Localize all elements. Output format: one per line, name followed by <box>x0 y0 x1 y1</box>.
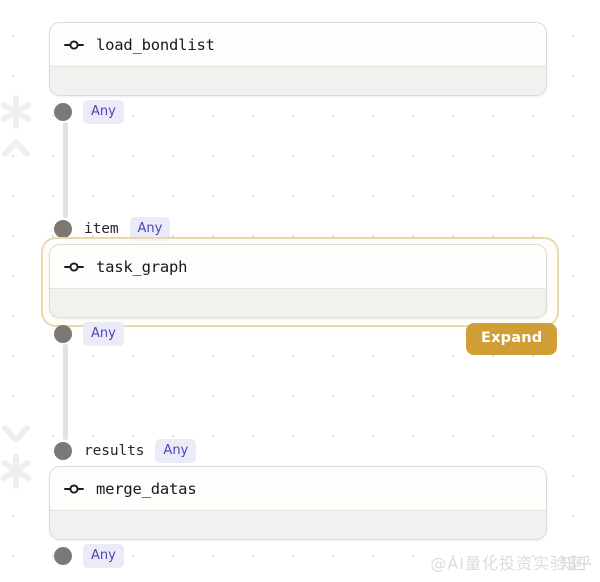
node-body <box>50 510 546 539</box>
port-dot[interactable] <box>54 547 72 565</box>
port-dot[interactable] <box>54 220 72 238</box>
port-task-graph-output[interactable]: Any <box>54 322 124 346</box>
node-title: task_graph <box>96 257 188 276</box>
watermark-handle: @AI量化投资实验室 <box>430 554 584 573</box>
node-link-icon <box>64 482 84 496</box>
port-type-badge: Any <box>83 100 124 124</box>
node-title: load_bondlist <box>96 35 215 54</box>
watermark: 知乎 @AI量化投资实验室 <box>430 550 592 574</box>
port-dot[interactable] <box>54 442 72 460</box>
graph-canvas[interactable]: load_bondlist Any item Any task_graph An… <box>0 0 600 582</box>
port-load-bondlist-output[interactable]: Any <box>54 100 124 124</box>
decoration-top-left <box>0 92 40 162</box>
port-dot[interactable] <box>54 103 72 121</box>
node-link-icon <box>64 38 84 52</box>
edge-task-graph-to-merge-datas <box>63 344 68 440</box>
decoration-bottom-left <box>0 418 40 496</box>
asterisk-icon <box>1 95 31 129</box>
node-link-icon <box>64 260 84 274</box>
port-type-badge: Any <box>155 439 197 463</box>
port-type-badge: Any <box>83 544 124 568</box>
port-merge-datas-input[interactable]: results Any <box>54 439 197 463</box>
port-merge-datas-output[interactable]: Any <box>54 544 124 568</box>
node-load-bondlist[interactable]: load_bondlist <box>49 22 547 96</box>
node-body <box>50 288 546 317</box>
port-type-badge: Any <box>83 322 124 346</box>
node-merge-datas[interactable]: merge_datas <box>49 466 547 540</box>
port-label: item <box>84 221 119 237</box>
port-dot[interactable] <box>54 325 72 343</box>
node-body <box>50 66 546 95</box>
chevron-up-icon <box>2 139 30 157</box>
asterisk-icon <box>1 453 31 489</box>
watermark-platform: 知乎 <box>559 554 592 573</box>
node-title: merge_datas <box>96 479 197 498</box>
port-task-graph-input[interactable]: item Any <box>54 217 171 241</box>
node-task-graph[interactable]: task_graph <box>49 244 547 318</box>
port-type-badge: Any <box>129 217 171 241</box>
expand-button[interactable]: Expand <box>466 323 558 355</box>
chevron-down-icon <box>2 425 30 443</box>
edge-load-bondlist-to-task-graph <box>63 122 68 218</box>
port-label: results <box>84 443 145 459</box>
